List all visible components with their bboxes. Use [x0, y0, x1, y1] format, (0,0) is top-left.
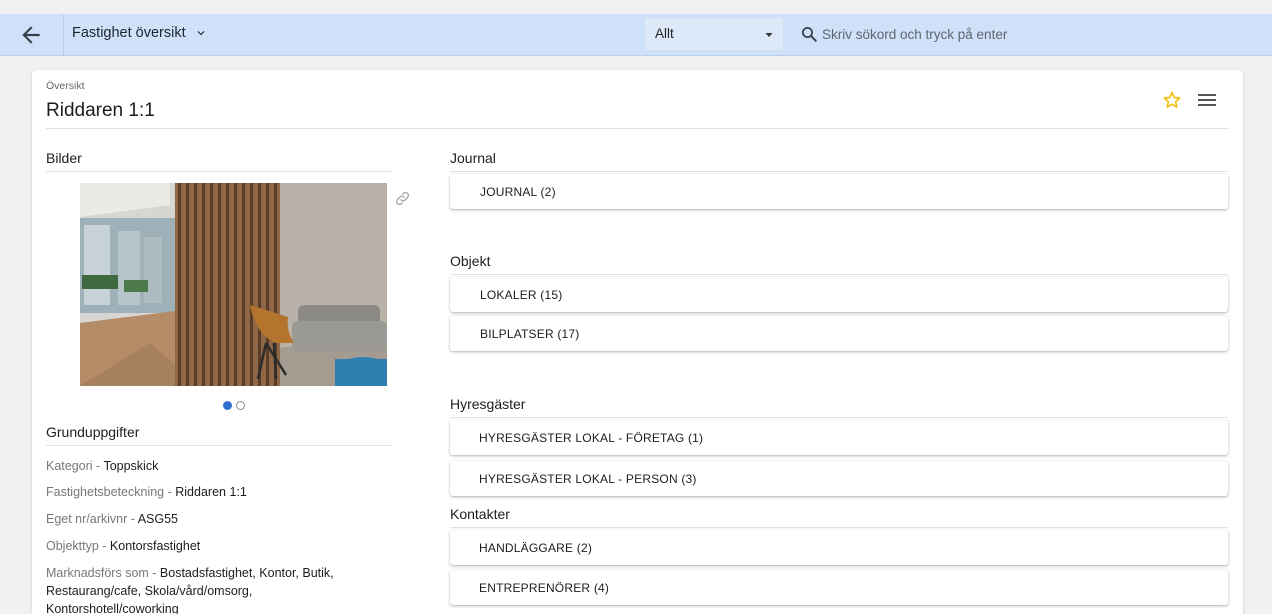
detail-row: Objekttyp - Kontorsfastighet: [46, 537, 406, 555]
detail-separator: -: [148, 566, 160, 580]
detail-row: Kategori - Toppskick: [46, 457, 406, 475]
favorite-button[interactable]: [1162, 90, 1182, 115]
detail-label: Objekttyp: [46, 539, 99, 553]
images-heading-divider: [46, 171, 392, 172]
carousel-dot-1[interactable]: [223, 401, 232, 410]
arrow-left-icon: [22, 26, 40, 44]
journal-heading-divider: [450, 171, 1228, 172]
detail-row: Fastighetsbeteckning - Riddaren 1:1: [46, 483, 406, 501]
page-kicker: Översikt: [46, 80, 85, 92]
detail-label: Eget nr/arkivnr: [46, 512, 128, 526]
detail-separator: -: [164, 485, 176, 499]
detail-value: Kontorsfastighet: [109, 539, 201, 553]
accordion-bilplatser[interactable]: BILPLATSER (17): [450, 316, 1228, 351]
detail-separator: -: [92, 459, 104, 473]
accordion-hyresgaster-foretag[interactable]: HYRESGÄSTER LOKAL - FÖRETAG (1): [450, 420, 1228, 455]
back-button[interactable]: [18, 22, 50, 48]
chevron-down-icon: [765, 33, 773, 37]
accordion-entreprenorer-label: ENTREPRENÖRER (4): [479, 581, 610, 595]
kontakter-heading-divider: [450, 527, 1228, 528]
star-icon: [1163, 91, 1181, 108]
accordion-bilplatser-label: BILPLATSER (17): [480, 327, 580, 341]
link-icon: [395, 191, 410, 206]
property-photo-image: [80, 183, 387, 386]
property-photo[interactable]: [80, 183, 387, 386]
search-scope-value: Allt: [655, 26, 674, 41]
details-heading-divider: [46, 445, 392, 446]
topbar-divider: [63, 14, 64, 56]
detail-separator: -: [98, 539, 110, 553]
menu-button[interactable]: [1198, 92, 1216, 113]
accordion-journal[interactable]: JOURNAL (2): [450, 174, 1228, 209]
detail-separator: -: [127, 512, 138, 526]
detail-label: Fastighetsbeteckning: [46, 485, 165, 499]
property-overview-card: Översikt Riddaren 1:1 Bilder Grunduppgif…: [32, 70, 1243, 614]
accordion-journal-label: JOURNAL (2): [480, 185, 556, 199]
objekt-heading: Objekt: [450, 253, 491, 269]
detail-row: Eget nr/arkivnr - ASG55: [46, 510, 406, 528]
details-heading: Grunduppgifter: [46, 424, 140, 440]
chevron-down-icon: [197, 31, 205, 36]
top-bar: Fastighet översikt Allt: [0, 14, 1272, 56]
search-icon: [801, 26, 817, 42]
accordion-entreprenorer[interactable]: ENTREPRENÖRER (4): [450, 570, 1228, 605]
kontakter-heading: Kontakter: [450, 506, 510, 522]
detail-value: ASG55: [137, 512, 179, 526]
detail-row: Marknadsförs som - Bostadsfastighet, Kon…: [46, 564, 376, 614]
accordion-handlaggare-label: HANDLÄGGARE (2): [479, 541, 593, 555]
hamburger-menu-icon: [1198, 94, 1216, 106]
accordion-lokaler[interactable]: LOKALER (15): [450, 277, 1228, 312]
journal-heading: Journal: [450, 150, 496, 166]
carousel-indicator: [223, 401, 245, 410]
carousel-dot-2[interactable]: [236, 401, 245, 410]
detail-label: Marknadsförs som: [46, 566, 149, 580]
accordion-hyresgaster-person[interactable]: HYRESGÄSTER LOKAL - PERSON (3): [450, 461, 1228, 496]
images-heading: Bilder: [46, 150, 82, 166]
page-title: Riddaren 1:1: [46, 100, 155, 121]
detail-value: Riddaren 1:1: [175, 485, 247, 499]
search-scope-select[interactable]: Allt: [645, 18, 783, 50]
page-selector[interactable]: Fastighet översikt: [72, 25, 208, 41]
accordion-hyresgaster-person-label: HYRESGÄSTER LOKAL - PERSON (3): [479, 472, 697, 486]
objekt-heading-divider: [450, 274, 1228, 275]
hyresgaster-heading: Hyresgäster: [450, 396, 526, 412]
accordion-lokaler-label: LOKALER (15): [480, 288, 563, 302]
detail-label: Kategori: [46, 459, 93, 473]
search-input[interactable]: [822, 21, 1252, 48]
detail-value: Toppskick: [103, 459, 159, 473]
accordion-handlaggare[interactable]: HANDLÄGGARE (2): [450, 530, 1228, 565]
accordion-hyresgaster-foretag-label: HYRESGÄSTER LOKAL - FÖRETAG (1): [479, 431, 704, 445]
page-selector-label: Fastighet översikt: [72, 25, 186, 41]
title-divider: [46, 128, 1229, 129]
hyresgaster-heading-divider: [450, 417, 1228, 418]
